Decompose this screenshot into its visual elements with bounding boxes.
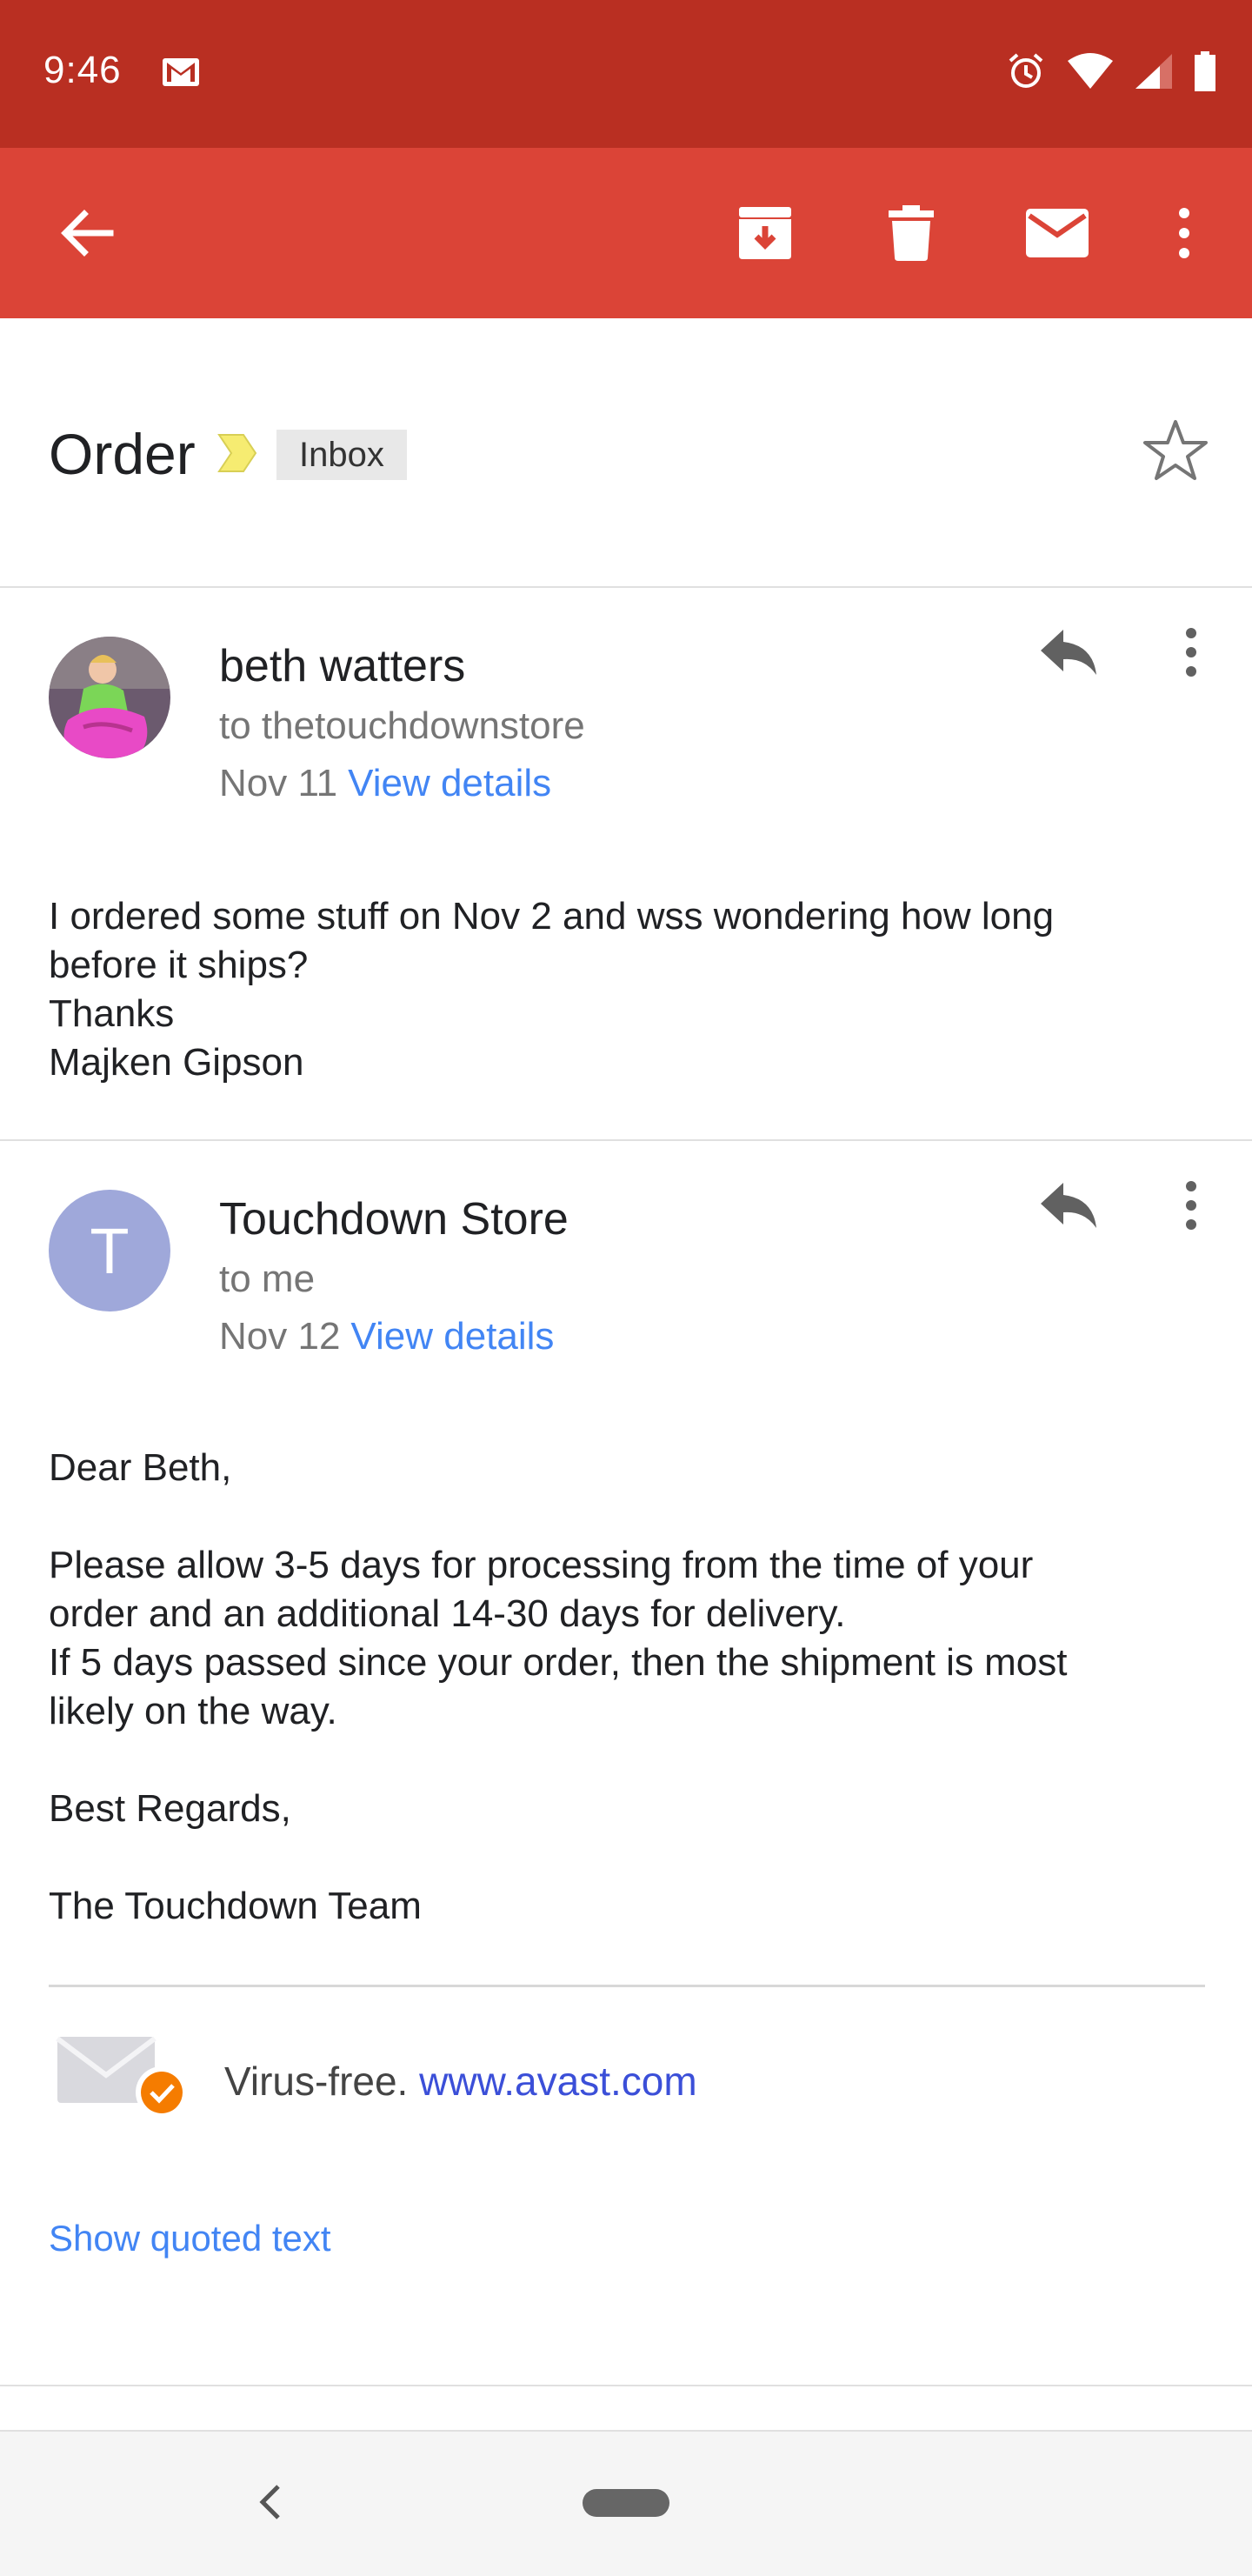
sender-photo-icon xyxy=(49,637,170,758)
more-options-button[interactable] xyxy=(1167,148,1202,318)
sender-name: Touchdown Store xyxy=(219,1194,569,1245)
message-1: beth watters to thetouchdownstore Nov 11… xyxy=(0,588,1252,1139)
app-bar xyxy=(0,148,1252,318)
message-body: I ordered some stuff on Nov 2 and wss wo… xyxy=(49,895,1055,1084)
message-date: Nov 11 xyxy=(219,762,338,804)
delete-button[interactable] xyxy=(876,148,946,318)
recipient-line: to me xyxy=(219,1258,316,1300)
alarm-icon xyxy=(1009,53,1043,88)
view-details-link[interactable]: View details xyxy=(350,1315,554,1358)
reply-button[interactable] xyxy=(1035,617,1104,687)
message-body: Dear Beth, Please allow 3-5 days for pro… xyxy=(49,1446,1068,1927)
status-time: 9:46 xyxy=(43,49,122,91)
archive-icon xyxy=(739,207,791,259)
subject-row: Order Inbox xyxy=(0,318,1252,588)
avast-signature: Virus-free. www.avast.com xyxy=(224,2058,697,2105)
system-nav-bar xyxy=(0,2430,1252,2576)
more-vert-icon xyxy=(1179,208,1189,258)
avatar[interactable]: T xyxy=(49,1190,170,1311)
virus-free-text: Virus-free. xyxy=(224,2059,409,2104)
date-line: Nov 11 View details xyxy=(219,762,551,805)
recipient-line: to thetouchdownstore xyxy=(219,704,585,747)
email-subject: Order xyxy=(49,422,196,486)
more-vert-icon xyxy=(1186,628,1196,677)
show-quoted-text-link[interactable]: Show quoted text xyxy=(49,2218,331,2259)
wifi-icon xyxy=(1068,53,1113,89)
home-pill-button[interactable] xyxy=(583,2489,669,2517)
avast-link[interactable]: www.avast.com xyxy=(419,2059,697,2104)
signature-divider xyxy=(49,1985,1205,1987)
message-date: Nov 12 xyxy=(219,1315,341,1358)
inbox-label-chip: Inbox xyxy=(276,430,407,480)
more-vert-icon xyxy=(1186,1181,1196,1230)
battery-icon xyxy=(1195,51,1215,91)
delete-icon xyxy=(889,205,934,261)
mail-icon xyxy=(1026,209,1089,257)
archive-button[interactable] xyxy=(730,148,800,318)
star-icon[interactable] xyxy=(1142,417,1209,484)
reply-button[interactable] xyxy=(1035,1171,1104,1240)
nav-back-icon[interactable] xyxy=(257,2484,282,2520)
cell-signal-icon xyxy=(1135,54,1172,89)
gmail-notification-icon xyxy=(163,58,199,86)
view-details-link[interactable]: View details xyxy=(348,762,551,804)
status-bar: 9:46 xyxy=(0,0,1252,148)
avast-mail-check-icon xyxy=(56,2036,188,2119)
important-marker-icon[interactable] xyxy=(216,431,259,475)
thread-end-divider xyxy=(0,2385,1252,2386)
message-more-button[interactable] xyxy=(1170,1171,1212,1240)
mark-unread-button[interactable] xyxy=(1022,148,1092,318)
back-button[interactable] xyxy=(52,148,122,318)
reply-icon xyxy=(1041,1183,1096,1228)
sender-name: beth watters xyxy=(219,641,466,691)
avatar[interactable] xyxy=(49,637,170,758)
date-line: Nov 12 View details xyxy=(219,1315,554,1358)
message-more-button[interactable] xyxy=(1170,617,1212,687)
reply-icon xyxy=(1041,630,1096,675)
avatar-letter: T xyxy=(90,1214,130,1287)
message-2: T Touchdown Store to me Nov 12 View detai… xyxy=(0,1141,1252,2385)
back-arrow-icon xyxy=(61,210,114,257)
